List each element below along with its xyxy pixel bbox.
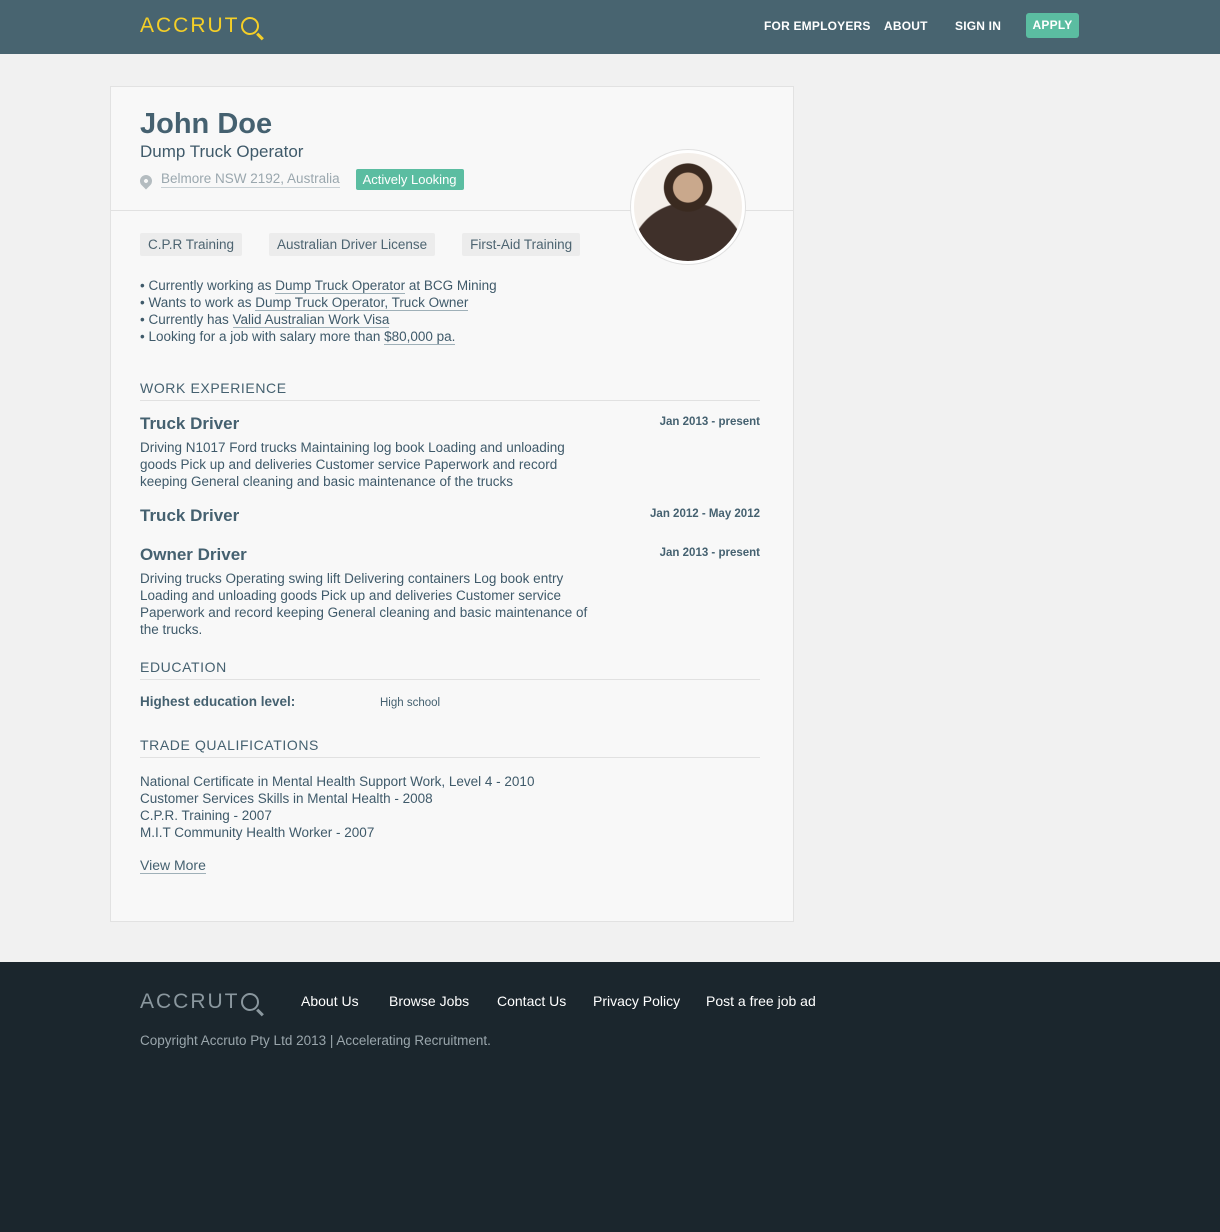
nav-for-employers[interactable]: FOR EMPLOYERS <box>764 19 871 33</box>
footer-logo[interactable]: ACCRUT <box>140 991 259 1013</box>
avatar <box>631 150 745 264</box>
qualification-item: M.I.T Community Health Worker - 2007 <box>140 825 375 840</box>
experience-dates: Jan 2012 - May 2012 <box>650 508 760 520</box>
nav-about[interactable]: ABOUT <box>884 19 928 33</box>
candidate-summary: • Currently working as Dump Truck Operat… <box>140 277 497 345</box>
summary-text: • Looking for a job with salary more tha… <box>140 329 385 344</box>
footer-link-contact-us[interactable]: Contact Us <box>497 993 566 1009</box>
qualification-item: Customer Services Skills in Mental Healt… <box>140 791 433 806</box>
education-heading: EDUCATION <box>140 659 760 680</box>
trade-qualifications-heading: TRADE QUALIFICATIONS <box>140 737 760 758</box>
profile-card: John Doe Dump Truck Operator Belmore NSW… <box>110 86 794 922</box>
copyright-text: Copyright Accruto Pty Ltd 2013 | Acceler… <box>140 1033 491 1048</box>
nav-sign-in[interactable]: SIGN IN <box>955 19 1001 33</box>
work-experience-heading: WORK EXPERIENCE <box>140 380 760 401</box>
summary-link[interactable]: Valid Australian Work Visa <box>232 312 390 328</box>
logo-text: ACCRUT <box>140 14 240 37</box>
experience-dates: Jan 2013 - present <box>659 416 760 428</box>
experience-item: Truck Driver Jan 2013 - present Driving … <box>140 414 760 490</box>
summary-text: at BCG Mining <box>405 278 497 293</box>
skill-tag: C.P.R Training <box>140 233 243 256</box>
apply-button[interactable]: APPLY <box>1026 13 1079 38</box>
education-label: Highest education level: <box>140 694 296 709</box>
candidate-name: John Doe <box>140 108 273 140</box>
experience-description: Driving N1017 Ford trucks Maintaining lo… <box>140 440 565 489</box>
footer-link-privacy-policy[interactable]: Privacy Policy <box>593 993 680 1009</box>
accruto-logo[interactable]: ACCRUT <box>140 15 259 37</box>
qualification-item: C.P.R. Training - 2007 <box>140 808 272 823</box>
candidate-title: Dump Truck Operator <box>140 142 304 161</box>
top-navbar: ACCRUT FOR EMPLOYERS ABOUT SIGN IN APPLY <box>0 0 1220 54</box>
status-badge: Actively Looking <box>355 169 464 190</box>
logo-text: ACCRUT <box>140 990 240 1013</box>
summary-text: • Currently has <box>140 312 233 327</box>
summary-line: • Wants to work as Dump Truck Operator, … <box>140 294 497 311</box>
summary-line: • Looking for a job with salary more tha… <box>140 328 497 345</box>
footer-link-about-us[interactable]: About Us <box>301 993 359 1009</box>
qualification-item: National Certificate in Mental Health Su… <box>140 774 535 789</box>
summary-link[interactable]: Dump Truck Operator <box>275 278 406 294</box>
qualifications-list: National Certificate in Mental Health Su… <box>140 773 534 841</box>
skill-tag: Australian Driver License <box>269 233 436 256</box>
summary-link[interactable]: Dump Truck Operator, Truck Owner <box>255 295 469 311</box>
experience-dates: Jan 2013 - present <box>659 547 760 559</box>
footer: ACCRUT About Us Browse Jobs Contact Us P… <box>0 962 1220 1232</box>
skill-tags: C.P.R Training Australian Driver License… <box>140 233 607 256</box>
skill-tag: First-Aid Training <box>462 233 581 256</box>
summary-text: • Currently working as <box>140 278 276 293</box>
experience-description: Driving trucks Operating swing lift Deli… <box>140 571 588 637</box>
magnifier-icon <box>240 17 259 35</box>
education-value: High school <box>380 697 441 709</box>
summary-line: • Currently working as Dump Truck Operat… <box>140 277 497 294</box>
magnifier-icon <box>240 993 259 1011</box>
footer-link-post-job-ad[interactable]: Post a free job ad <box>706 993 816 1009</box>
map-pin-icon <box>137 172 155 189</box>
summary-text: • Wants to work as <box>140 295 256 310</box>
experience-item: Truck Driver Jan 2012 - May 2012 <box>140 506 760 526</box>
summary-line: • Currently has Valid Australian Work Vi… <box>140 311 497 328</box>
location-link[interactable]: Belmore NSW 2192, Australia <box>161 171 340 188</box>
view-more-link[interactable]: View More <box>140 857 206 874</box>
candidate-location: Belmore NSW 2192, Australia Actively Loo… <box>137 169 464 190</box>
summary-link[interactable]: $80,000 pa. <box>384 329 456 345</box>
experience-item: Owner Driver Jan 2013 - present Driving … <box>140 545 760 638</box>
footer-link-browse-jobs[interactable]: Browse Jobs <box>389 993 469 1009</box>
